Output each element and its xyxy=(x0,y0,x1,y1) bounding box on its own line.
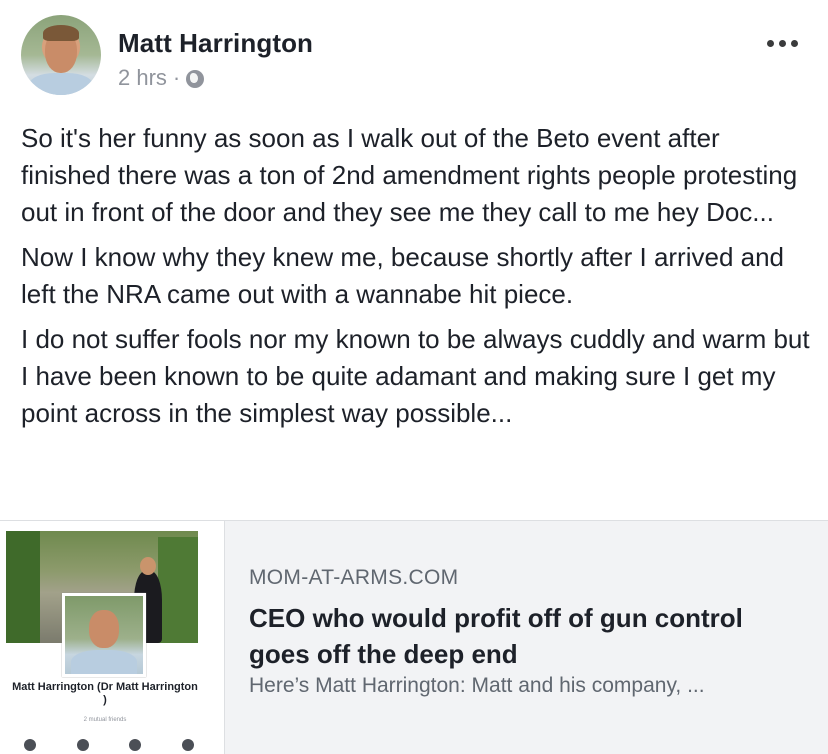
action-icon xyxy=(129,739,142,751)
link-preview-card[interactable]: Matt Harrington (Dr Matt Harrington ) 2 … xyxy=(0,520,828,754)
dot xyxy=(767,40,774,47)
thumbnail-action-icons xyxy=(24,739,194,751)
author-avatar[interactable] xyxy=(21,15,101,95)
thumbnail-profile-name: Matt Harrington (Dr Matt Harrington ) xyxy=(12,681,198,706)
post-meta: 2 hrs · xyxy=(118,65,205,91)
avatar-hair xyxy=(43,25,79,41)
dot xyxy=(779,40,786,47)
thumbnail-profile-photo xyxy=(62,593,146,677)
link-description: Here’s Matt Harrington: Matt and his com… xyxy=(249,674,705,697)
post-paragraph: I do not suffer fools nor my known to be… xyxy=(21,324,810,428)
action-icon xyxy=(181,739,194,751)
post-paragraph: So it's her funny as soon as I walk out … xyxy=(21,123,798,227)
cover-foliage-right xyxy=(158,537,198,643)
link-domain: MOM-AT-ARMS.COM xyxy=(249,566,459,589)
dot xyxy=(791,40,798,47)
profile-face xyxy=(89,610,119,648)
post-timestamp[interactable]: 2 hrs xyxy=(118,65,167,91)
link-headline[interactable]: CEO who would profit off of gun control … xyxy=(249,600,809,672)
meta-separator: · xyxy=(172,65,181,90)
more-options-icon[interactable] xyxy=(767,40,798,47)
profile-shirt xyxy=(71,650,137,674)
avatar-shirt xyxy=(29,73,93,95)
globe-icon xyxy=(186,70,205,88)
link-thumbnail[interactable]: Matt Harrington (Dr Matt Harrington ) 2 … xyxy=(0,521,225,754)
post-paragraph: Now I know why they knew me, because sho… xyxy=(21,242,785,309)
action-icon xyxy=(76,739,89,751)
post-body: So it's her funny as soon as I walk out … xyxy=(21,120,811,440)
action-icon xyxy=(24,739,36,751)
cover-foliage-left xyxy=(6,531,40,643)
link-info: MOM-AT-ARMS.COM CEO who would profit off… xyxy=(249,566,809,698)
author-name[interactable]: Matt Harrington xyxy=(118,28,313,59)
thumbnail-mutual-friends: 2 mutual friends xyxy=(83,717,127,723)
